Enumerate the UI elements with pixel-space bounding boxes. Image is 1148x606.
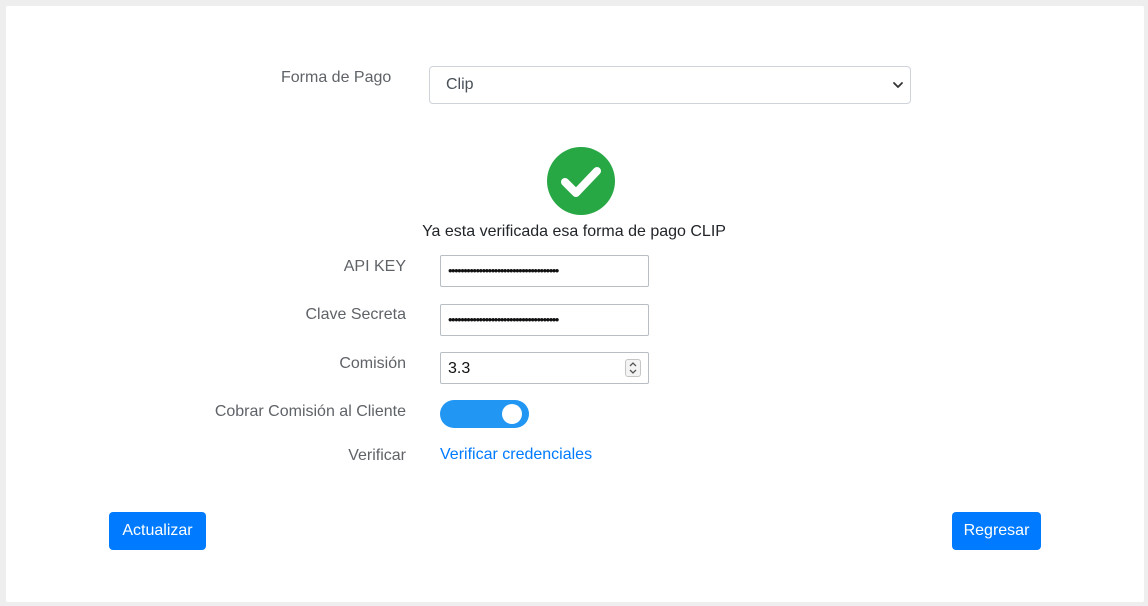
back-button[interactable]: Regresar xyxy=(952,512,1041,550)
payment-method-value: Clip xyxy=(446,76,474,93)
secret-key-label: Clave Secreta xyxy=(305,306,407,323)
toggle-knob xyxy=(502,404,522,424)
number-spinner[interactable] xyxy=(625,359,641,377)
payment-method-select[interactable]: Clip xyxy=(429,66,911,104)
commission-input[interactable]: 3.3 xyxy=(440,352,649,384)
api-key-field[interactable]: •••••••••••••••••••••••••••••••••••• xyxy=(440,255,649,287)
form-card: Forma de Pago Clip Ya esta verificada es… xyxy=(6,6,1144,602)
api-key-value: •••••••••••••••••••••••••••••••••••• xyxy=(448,263,559,278)
verify-label: Verificar xyxy=(348,447,406,464)
payment-method-label: Forma de Pago xyxy=(281,69,392,86)
commission-value: 3.3 xyxy=(448,360,471,377)
verify-credentials-link[interactable]: Verificar credenciales xyxy=(440,446,592,464)
secret-key-field[interactable]: •••••••••••••••••••••••••••••••••••• xyxy=(440,304,649,336)
verified-message: Ya esta verificada esa forma de pago CLI… xyxy=(422,223,726,240)
api-key-label: API KEY xyxy=(343,258,406,275)
update-button[interactable]: Actualizar xyxy=(109,512,206,550)
commission-label: Comisión xyxy=(339,355,406,372)
charge-commission-toggle[interactable] xyxy=(440,400,529,428)
charge-commission-label: Cobrar Comisión al Cliente xyxy=(214,403,406,420)
chevron-down-icon xyxy=(893,82,903,88)
secret-key-value: •••••••••••••••••••••••••••••••••••• xyxy=(448,312,559,327)
check-circle-icon xyxy=(547,147,615,215)
spinner-arrows-icon xyxy=(629,362,637,374)
